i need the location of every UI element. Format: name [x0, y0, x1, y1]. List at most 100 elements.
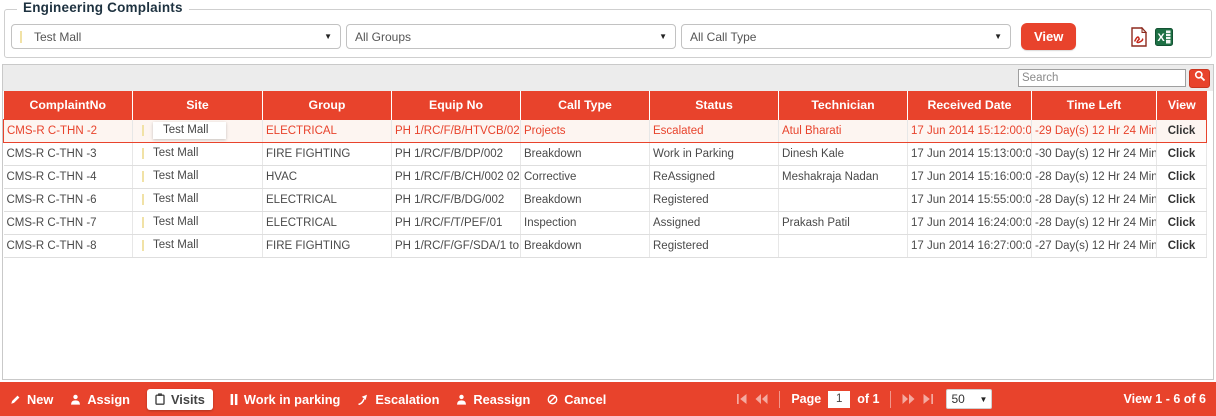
cell-status: ReAssigned [650, 165, 779, 188]
person-icon [456, 394, 467, 405]
search-button[interactable] [1189, 69, 1210, 88]
search-icon [1194, 69, 1206, 87]
cancel-button[interactable]: Cancel [547, 392, 606, 407]
table-row[interactable]: CMS-R C-THN -3Test MallFIRE FIGHTINGPH 1… [4, 142, 1207, 165]
column-header-group[interactable]: Group [263, 91, 392, 119]
cell-time-left: -28 Day(s) 12 Hr 24 Min [1032, 165, 1157, 188]
cell-status: Registered [650, 234, 779, 257]
cell-call-type: Breakdown [521, 188, 650, 211]
cell-site: Test Mall [133, 211, 263, 234]
cell-site: Test Mall [133, 188, 263, 211]
cell-status: Escalated [650, 119, 779, 142]
cell-view[interactable]: Click [1157, 234, 1207, 257]
escalation-button[interactable]: Escalation [357, 392, 439, 407]
cell-view[interactable]: Click [1157, 211, 1207, 234]
cell-group: ELECTRICAL [263, 211, 392, 234]
page-size-value: 50 [951, 392, 979, 406]
cell-time-left: -28 Day(s) 12 Hr 24 Min [1032, 188, 1157, 211]
calltype-filter-value: All Call Type [690, 30, 988, 44]
cell-site: Test Mall [133, 119, 263, 142]
cell-complaint-no: CMS-R C-THN -7 [4, 211, 133, 234]
cell-status: Assigned [650, 211, 779, 234]
cell-view[interactable]: Click [1157, 142, 1207, 165]
column-header-time-left[interactable]: Time Left [1032, 91, 1157, 119]
cell-status: Work in Parking [650, 142, 779, 165]
cell-call-type: Projects [521, 119, 650, 142]
table-row[interactable]: CMS-R C-THN -4Test MallHVACPH 1/RC/F/B/C… [4, 165, 1207, 188]
pager-separator [779, 391, 780, 408]
first-page-icon[interactable] [737, 394, 748, 404]
chevron-down-icon: ▼ [994, 32, 1002, 41]
cell-received-date: 17 Jun 2014 15:12:00:000 [908, 119, 1032, 142]
cell-call-type: Breakdown [521, 234, 650, 257]
column-header-view[interactable]: View [1157, 91, 1207, 119]
work-in-parking-button[interactable]: Work in parking [230, 392, 340, 407]
cancel-icon [547, 394, 558, 405]
column-header-calltype[interactable]: Call Type [521, 91, 650, 119]
view-button[interactable]: View [1021, 23, 1076, 50]
group-filter-value: All Groups [355, 30, 653, 44]
reassign-button-label: Reassign [473, 392, 530, 407]
cell-view[interactable]: Click [1157, 188, 1207, 211]
cell-complaint-no: CMS-R C-THN -6 [4, 188, 133, 211]
cell-status: Registered [650, 188, 779, 211]
cell-received-date: 17 Jun 2014 15:55:00:000 [908, 188, 1032, 211]
group-filter-select[interactable]: All Groups ▼ [346, 24, 676, 49]
search-input[interactable] [1018, 69, 1186, 87]
complaints-table-body: CMS-R C-THN -2Test MallELECTRICALPH 1/RC… [4, 119, 1207, 257]
prev-page-icon[interactable] [755, 394, 768, 404]
site-cell-tick [142, 125, 144, 136]
pause-icon [230, 394, 238, 405]
cell-received-date: 17 Jun 2014 15:13:00:000 [908, 142, 1032, 165]
filter-row: Test Mall ▼ All Groups ▼ All Call Type ▼… [11, 23, 1205, 50]
column-header-complaintno[interactable]: ComplaintNo [4, 91, 133, 119]
cell-time-left: -27 Day(s) 12 Hr 24 Min [1032, 234, 1157, 257]
cell-received-date: 17 Jun 2014 16:24:00:000 [908, 211, 1032, 234]
escalation-button-label: Escalation [375, 392, 439, 407]
new-button[interactable]: New [10, 392, 53, 407]
visits-button[interactable]: Visits [147, 389, 213, 410]
table-row[interactable]: CMS-R C-THN -6Test MallELECTRICALPH 1/RC… [4, 188, 1207, 211]
cell-technician: Prakash Patil [779, 211, 908, 234]
cell-site: Test Mall [133, 234, 263, 257]
column-header-technician[interactable]: Technician [779, 91, 908, 119]
page-number-input[interactable] [828, 391, 850, 408]
cell-equip-no: PH 1/RC/F/B/HTVCB/02 0 [392, 119, 521, 142]
page-size-select[interactable]: 50 ▼ [946, 389, 992, 409]
reassign-button[interactable]: Reassign [456, 392, 530, 407]
complaints-grid: ComplaintNo Site Group Equip No Call Typ… [2, 64, 1214, 380]
column-header-site[interactable]: Site [133, 91, 263, 119]
excel-export-icon[interactable]: X [1155, 28, 1173, 46]
assign-button[interactable]: Assign [70, 392, 130, 407]
assign-button-label: Assign [87, 392, 130, 407]
cell-technician: Atul Bharati [779, 119, 908, 142]
cell-view[interactable]: Click [1157, 119, 1207, 142]
calltype-filter-select[interactable]: All Call Type ▼ [681, 24, 1011, 49]
cell-call-type: Breakdown [521, 142, 650, 165]
site-filter-select[interactable]: Test Mall ▼ [11, 24, 341, 49]
cell-group: FIRE FIGHTING [263, 142, 392, 165]
column-header-status[interactable]: Status [650, 91, 779, 119]
work-in-parking-button-label: Work in parking [244, 392, 340, 407]
visits-button-label: Visits [171, 392, 205, 407]
column-header-received-date[interactable]: Received Date [908, 91, 1032, 119]
next-page-icon[interactable] [902, 394, 915, 404]
records-summary: View 1 - 6 of 6 [1124, 392, 1206, 406]
cell-received-date: 17 Jun 2014 15:16:00:000 [908, 165, 1032, 188]
column-header-equipno[interactable]: Equip No [392, 91, 521, 119]
footer-toolbar: New Assign Visits Work in parking Escala [0, 382, 1216, 416]
cell-call-type: Corrective [521, 165, 650, 188]
table-row[interactable]: CMS-R C-THN -8Test MallFIRE FIGHTINGPH 1… [4, 234, 1207, 257]
chevron-down-icon: ▼ [980, 395, 988, 404]
last-page-icon[interactable] [922, 394, 933, 404]
pdf-export-icon[interactable] [1130, 27, 1148, 47]
table-row[interactable]: CMS-R C-THN -2Test MallELECTRICALPH 1/RC… [4, 119, 1207, 142]
cell-site: Test Mall [133, 142, 263, 165]
table-row[interactable]: CMS-R C-THN -7Test MallELECTRICALPH 1/RC… [4, 211, 1207, 234]
site-cell-tick [142, 240, 144, 251]
site-cell-tick [142, 171, 144, 182]
cell-view[interactable]: Click [1157, 165, 1207, 188]
action-buttons: New Assign Visits Work in parking Escala [10, 389, 606, 410]
site-label: Test Mall [153, 193, 198, 205]
cell-time-left: -30 Day(s) 12 Hr 24 Min [1032, 142, 1157, 165]
